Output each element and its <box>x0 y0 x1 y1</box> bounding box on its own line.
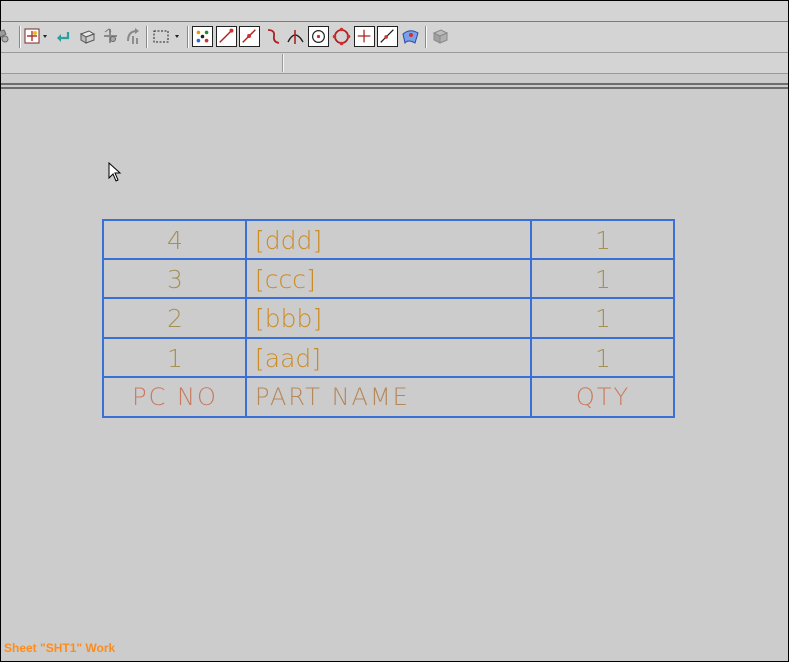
snap-existing-point-button[interactable] <box>354 26 375 47</box>
snap-point-on-surface-icon[interactable] <box>400 26 421 47</box>
bom-header-part-name: PART NAME <box>255 383 410 411</box>
graphics-area-border-top <box>1 83 788 85</box>
snap-quadrant-icon[interactable] <box>331 26 352 47</box>
bom-row-qty: 1 <box>595 265 611 294</box>
snap-intersection-icon[interactable] <box>285 26 306 47</box>
bom-header-qty: QTY <box>575 383 631 411</box>
bom-row-qty: 1 <box>595 344 611 373</box>
bom-row-part-name: [aad] <box>255 344 322 373</box>
toolbar-separator <box>187 26 189 48</box>
part-view-icon[interactable] <box>77 26 98 47</box>
mouse-pointer-icon <box>108 162 122 182</box>
menu-strip <box>1 1 788 21</box>
snap-grid-dropdown-button[interactable] <box>23 26 51 47</box>
snap-midpoint-button[interactable] <box>239 26 260 47</box>
snap-center-button[interactable] <box>308 26 329 47</box>
snap-point-on-curve-button[interactable] <box>377 26 398 47</box>
rotate-tool-icon[interactable] <box>123 26 144 47</box>
bom-row-qty: 1 <box>595 304 611 333</box>
partial-view-icon[interactable] <box>0 26 14 47</box>
toolbar-divider <box>282 54 284 72</box>
move-tool-icon[interactable] <box>100 26 121 47</box>
selection-toolbar <box>0 22 788 53</box>
bom-row-part-name: [ddd] <box>255 226 323 255</box>
bom-row-pc-no: 3 <box>167 265 183 294</box>
bom-row-part-name: [ccc] <box>255 265 316 294</box>
bom-row-qty: 1 <box>595 226 611 255</box>
snap-control-icon[interactable] <box>263 26 284 47</box>
toolbar-separator <box>19 26 21 48</box>
toolbar-separator <box>146 26 148 48</box>
toolbar-separator <box>425 26 427 48</box>
bom-table[interactable]: 4 [ddd] 1 3 [ccc] 1 2 [bbb] 1 1 [aad] 1 … <box>102 219 675 418</box>
bom-row-pc-no: 1 <box>167 344 183 373</box>
bom-header-pc-no: PC NO <box>132 383 218 411</box>
snap-points-button[interactable] <box>192 26 213 47</box>
bom-row-pc-no: 2 <box>167 304 183 333</box>
snap-endpoint-button[interactable] <box>216 26 237 47</box>
bom-row-pc-no: 4 <box>167 226 183 255</box>
status-message: Sheet "SHT1" Work <box>4 641 116 655</box>
secondary-toolbar <box>1 53 788 74</box>
bom-row-part-name: [bbb] <box>255 304 323 333</box>
graphics-area-border-bottom <box>1 87 788 89</box>
return-arrow-icon[interactable] <box>53 26 74 47</box>
view-3d-icon[interactable] <box>430 26 451 47</box>
select-box-dropdown-button[interactable] <box>151 26 183 47</box>
